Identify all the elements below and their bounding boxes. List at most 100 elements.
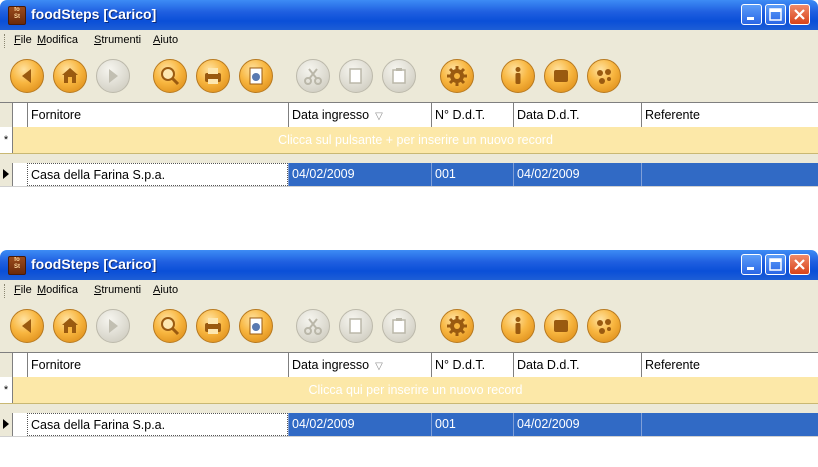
col-fornitore[interactable]: Fornitore (27, 103, 288, 127)
table-row[interactable]: Casa della Farina S.p.a. 04/02/2009 001 … (0, 413, 818, 437)
paste-button[interactable] (382, 59, 416, 93)
box-button[interactable] (544, 59, 578, 93)
col-n-ddt[interactable]: N° D.d.T. (431, 353, 513, 377)
minimize-button[interactable] (741, 4, 762, 25)
menu-aiuto[interactable]: Aiuto (153, 34, 178, 46)
paste-button[interactable] (382, 309, 416, 343)
cell-fornitore[interactable]: Casa della Farina S.p.a. (27, 163, 288, 186)
cell-data-ingresso[interactable]: 04/02/2009 (288, 413, 431, 436)
preview-button[interactable] (239, 59, 273, 93)
menu-strumenti[interactable]: Strumenti (94, 34, 141, 46)
grid-header: Fornitore Data ingresso ▽ N° D.d.T. Data … (0, 352, 818, 378)
menu-modifica[interactable]: Modifica (37, 34, 78, 46)
row-pointer (0, 163, 13, 186)
copy-button[interactable] (339, 309, 373, 343)
cell-referente[interactable] (641, 163, 818, 186)
info-icon (515, 317, 521, 334)
minimize-button[interactable] (741, 254, 762, 275)
new-record-row[interactable]: * Clicca qui per inserire un nuovo recor… (0, 377, 818, 404)
palette-button[interactable] (587, 59, 621, 93)
menu-bar: File Modifica Strumenti Aiuto (0, 280, 818, 303)
cut-button[interactable] (296, 309, 330, 343)
close-button[interactable] (789, 4, 810, 25)
col-data-ddt[interactable]: Data D.d.T. (513, 353, 641, 377)
cell-data-ingresso[interactable]: 04/02/2009 (288, 163, 431, 186)
menu-modifica[interactable]: Modifica (37, 284, 78, 296)
preview-button[interactable] (239, 309, 273, 343)
cell-data-ddt[interactable]: 04/02/2009 (513, 163, 641, 186)
search-button[interactable] (153, 309, 187, 343)
cell-fornitore[interactable]: Casa della Farina S.p.a. (27, 413, 288, 436)
col-data-ingresso[interactable]: Data ingresso ▽ (288, 353, 431, 377)
cell-data-ddt[interactable]: 04/02/2009 (513, 413, 641, 436)
header-corner (0, 353, 13, 377)
palette-icon (597, 319, 611, 334)
cut-button[interactable] (296, 59, 330, 93)
forward-icon (109, 319, 118, 333)
app-window-2: fo St foodSteps [Carico] File Modifica St… (0, 250, 818, 467)
search-icon (161, 317, 180, 336)
new-row-star: * (0, 127, 13, 153)
close-button[interactable] (789, 254, 810, 275)
forward-button[interactable] (96, 59, 130, 93)
cut-icon (304, 68, 322, 85)
back-icon (22, 69, 31, 83)
menu-bar: File Modifica Strumenti Aiuto (0, 30, 818, 53)
header-corner (0, 103, 13, 127)
settings-button[interactable] (440, 59, 474, 93)
preview-icon (249, 67, 263, 85)
new-row-star: * (0, 377, 13, 403)
print-button[interactable] (196, 59, 230, 93)
settings-button[interactable] (440, 309, 474, 343)
col-data-ingresso[interactable]: Data ingresso ▽ (288, 103, 431, 127)
box-icon (554, 70, 568, 82)
cell-referente[interactable] (641, 413, 818, 436)
table-row[interactable]: Casa della Farina S.p.a. 04/02/2009 001 … (0, 163, 818, 187)
col-n-ddt[interactable]: N° D.d.T. (431, 103, 513, 127)
back-button[interactable] (10, 59, 44, 93)
paste-icon (392, 68, 406, 84)
copy-button[interactable] (339, 59, 373, 93)
info-button[interactable] (501, 309, 535, 343)
back-button[interactable] (10, 309, 44, 343)
home-button[interactable] (53, 59, 87, 93)
col-referente[interactable]: Referente (641, 103, 818, 127)
print-icon (205, 318, 221, 334)
title-bar[interactable]: fo St foodSteps [Carico] (0, 250, 818, 280)
cell-n-ddt[interactable]: 001 (431, 413, 513, 436)
box-button[interactable] (544, 309, 578, 343)
col-referente[interactable]: Referente (641, 353, 818, 377)
title-bar[interactable]: fo St foodSteps [Carico] (0, 0, 818, 30)
toolbar (0, 302, 818, 353)
menu-file[interactable]: File (14, 284, 32, 296)
home-button[interactable] (53, 309, 87, 343)
home-icon (62, 68, 78, 83)
sort-icon: ▽ (375, 361, 383, 372)
settings-icon (447, 316, 467, 336)
col-fornitore[interactable]: Fornitore (27, 353, 288, 377)
maximize-button[interactable] (765, 254, 786, 275)
info-button[interactable] (501, 59, 535, 93)
row-pointer-icon (3, 169, 9, 179)
new-record-row[interactable]: * Clicca sul pulsante + per inserire un … (0, 127, 818, 154)
menu-file[interactable]: File (14, 34, 32, 46)
copy-icon (349, 68, 362, 84)
info-icon (515, 67, 521, 84)
menu-strumenti[interactable]: Strumenti (94, 284, 141, 296)
col-data-ingresso-label: Data ingresso (292, 108, 370, 122)
sort-icon: ▽ (375, 111, 383, 122)
forward-button[interactable] (96, 309, 130, 343)
col-data-ddt[interactable]: Data D.d.T. (513, 103, 641, 127)
menu-aiuto[interactable]: Aiuto (153, 284, 178, 296)
menu-grip (4, 284, 8, 298)
new-record-hint: Clicca sul pulsante + per inserire un nu… (278, 133, 553, 147)
print-button[interactable] (196, 309, 230, 343)
palette-button[interactable] (587, 309, 621, 343)
home-icon (62, 318, 78, 333)
cell-n-ddt[interactable]: 001 (431, 163, 513, 186)
search-button[interactable] (153, 59, 187, 93)
col-data-ingresso-label: Data ingresso (292, 358, 370, 372)
forward-icon (109, 69, 118, 83)
maximize-button[interactable] (765, 4, 786, 25)
back-icon (22, 319, 31, 333)
